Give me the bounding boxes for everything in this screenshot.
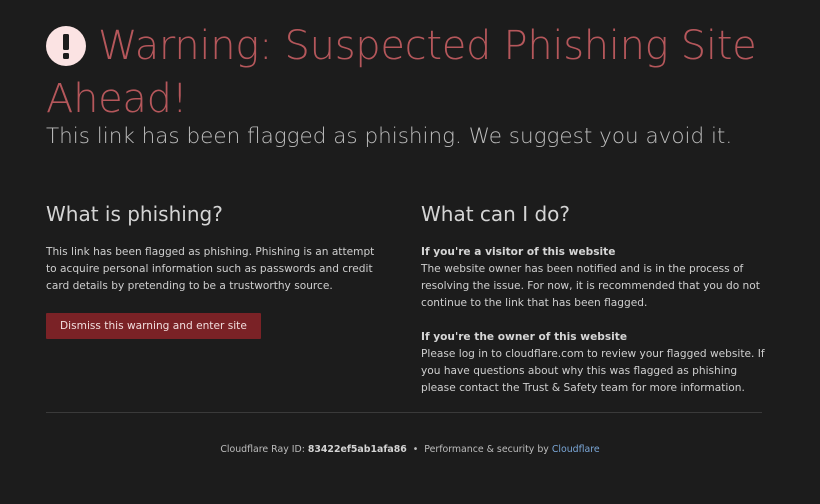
- headline: Warning: Suspected Phishing Site Ahead!: [46, 20, 786, 126]
- page-title: Warning: Suspected Phishing Site Ahead!: [46, 23, 757, 122]
- section-heading: What is phishing?: [46, 202, 223, 226]
- what-can-i-do-section: What can I do? If you're a visitor of th…: [421, 200, 766, 397]
- ray-id-label: Cloudflare Ray ID:: [220, 444, 305, 455]
- performance-label: Performance & security by: [424, 444, 549, 455]
- owner-info: If you're the owner of this website Plea…: [421, 329, 766, 397]
- what-is-phishing-section: What is phishing? This link has been fla…: [46, 200, 381, 339]
- exclamation-icon: [46, 26, 86, 66]
- phishing-description: This link has been flagged as phishing. …: [46, 246, 375, 292]
- footer-separator: •: [412, 444, 419, 455]
- owner-text: Please log in to cloudflare.com to revie…: [421, 348, 765, 394]
- divider: [46, 412, 762, 413]
- dismiss-warning-button[interactable]: Dismiss this warning and enter site: [46, 313, 261, 339]
- footer: Cloudflare Ray ID: 83422ef5ab1afa86 • Pe…: [0, 444, 820, 455]
- visitor-heading: If you're a visitor of this website: [421, 246, 616, 258]
- visitor-text: The website owner has been notified and …: [421, 263, 760, 309]
- section-heading: What can I do?: [421, 202, 570, 226]
- owner-heading: If you're the owner of this website: [421, 331, 628, 343]
- visitor-info: If you're a visitor of this website The …: [421, 244, 766, 312]
- ray-id-value: 83422ef5ab1afa86: [307, 444, 407, 455]
- warning-page: Warning: Suspected Phishing Site Ahead! …: [0, 0, 820, 504]
- cloudflare-link[interactable]: Cloudflare: [552, 444, 600, 455]
- page-subtitle: This link has been flagged as phishing. …: [46, 124, 733, 149]
